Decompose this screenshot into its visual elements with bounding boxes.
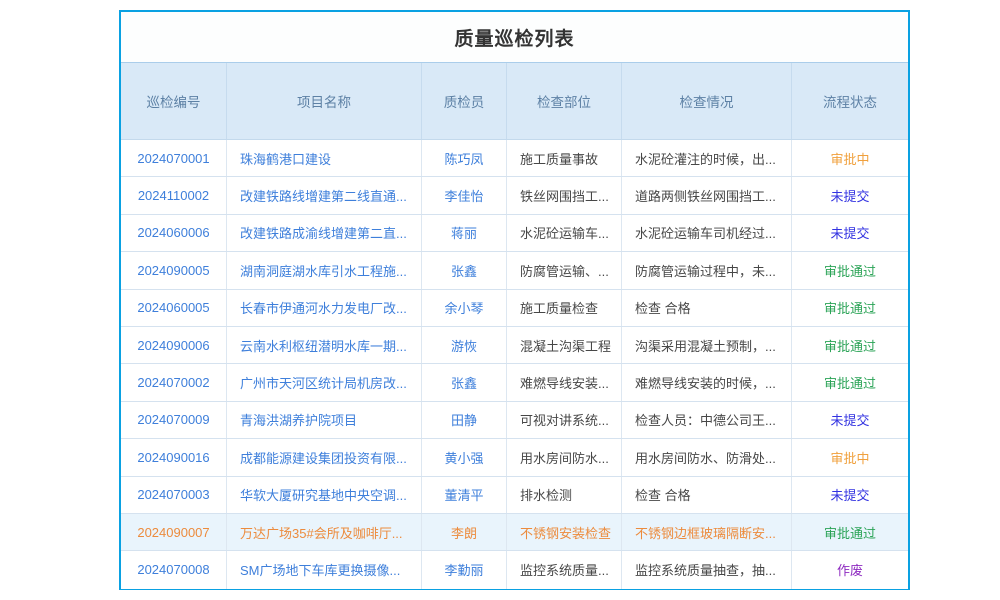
cell-project-name: 珠海鹤港口建设 xyxy=(227,140,422,176)
cell-check-part: 排水检测 xyxy=(507,477,622,513)
cell-project-name: 青海洪湖养护院项目 xyxy=(227,402,422,438)
cell-inspection-id: 2024070003 xyxy=(121,477,227,513)
title-bar: 质量巡检列表 xyxy=(121,12,908,62)
cell-inspection-id: 2024060005 xyxy=(121,290,227,326)
cell-inspection-id: 2024070008 xyxy=(121,551,227,588)
cell-inspection-id: 2024090005 xyxy=(121,252,227,288)
cell-project-name: 改建铁路线增建第二线直通... xyxy=(227,177,422,213)
cell-check-part: 施工质量事故 xyxy=(507,140,622,176)
cell-project-name: 长春市伊通河水力发电厂改... xyxy=(227,290,422,326)
cell-inspection-id: 2024090006 xyxy=(121,327,227,363)
cell-check-result: 检查 合格 xyxy=(622,290,792,326)
cell-check-part: 可视对讲系统... xyxy=(507,402,622,438)
cell-inspector: 李朗 xyxy=(422,514,507,550)
cell-inspector: 蒋丽 xyxy=(422,215,507,251)
cell-inspector: 张鑫 xyxy=(422,252,507,288)
column-header-process-status: 流程状态 xyxy=(792,63,908,139)
cell-check-result: 检查人员：中德公司王... xyxy=(622,402,792,438)
table-row[interactable]: 2024090006 云南水利枢纽潜明水库一期... 游恢 混凝土沟渠工程 沟渠… xyxy=(121,327,908,364)
table-row[interactable]: 2024070001 珠海鹤港口建设 陈巧凤 施工质量事故 水泥砼灌注的时候，出… xyxy=(121,140,908,177)
table-row[interactable]: 2024070008 SM广场地下车库更换摄像... 李勤丽 监控系统质量...… xyxy=(121,551,908,588)
cell-inspection-id: 2024090016 xyxy=(121,439,227,475)
cell-check-result: 防腐管运输过程中，未... xyxy=(622,252,792,288)
status-badge: 审批通过 xyxy=(792,290,908,326)
table-body: 2024070001 珠海鹤港口建设 陈巧凤 施工质量事故 水泥砼灌注的时候，出… xyxy=(121,140,908,589)
cell-project-name: 万达广场35#会所及咖啡厅... xyxy=(227,514,422,550)
cell-check-part: 混凝土沟渠工程 xyxy=(507,327,622,363)
status-badge: 作废 xyxy=(792,551,908,588)
cell-inspector: 余小琴 xyxy=(422,290,507,326)
cell-check-result: 用水房间防水、防滑处... xyxy=(622,439,792,475)
table-row[interactable]: 2024090005 湖南洞庭湖水库引水工程施... 张鑫 防腐管运输、... … xyxy=(121,252,908,289)
cell-check-result: 水泥砼运输车司机经过... xyxy=(622,215,792,251)
cell-check-result: 水泥砼灌注的时候，出... xyxy=(622,140,792,176)
cell-inspection-id: 2024070009 xyxy=(121,402,227,438)
cell-inspection-id: 2024070001 xyxy=(121,140,227,176)
cell-check-part: 铁丝网围挡工... xyxy=(507,177,622,213)
status-badge: 审批通过 xyxy=(792,252,908,288)
cell-inspection-id: 2024070002 xyxy=(121,364,227,400)
status-badge: 审批中 xyxy=(792,439,908,475)
cell-project-name: 云南水利枢纽潜明水库一期... xyxy=(227,327,422,363)
cell-inspector: 黄小强 xyxy=(422,439,507,475)
cell-inspector: 陈巧凤 xyxy=(422,140,507,176)
cell-check-result: 监控系统质量抽查，抽... xyxy=(622,551,792,588)
cell-check-part: 用水房间防水... xyxy=(507,439,622,475)
cell-check-result: 道路两侧铁丝网围挡工... xyxy=(622,177,792,213)
cell-check-part: 不锈钢安装检查 xyxy=(507,514,622,550)
page-title: 质量巡检列表 xyxy=(454,24,574,51)
table-row[interactable]: 2024060006 改建铁路成渝线增建第二直... 蒋丽 水泥砼运输车... … xyxy=(121,215,908,252)
cell-check-result: 沟渠采用混凝土预制，... xyxy=(622,327,792,363)
inspection-list-panel: 质量巡检列表 巡检编号 项目名称 质检员 检查部位 检查情况 流程状态 2024… xyxy=(119,10,910,590)
table-row[interactable]: 2024060005 长春市伊通河水力发电厂改... 余小琴 施工质量检查 检查… xyxy=(121,290,908,327)
cell-check-part: 防腐管运输、... xyxy=(507,252,622,288)
status-badge: 未提交 xyxy=(792,215,908,251)
cell-project-name: 广州市天河区统计局机房改... xyxy=(227,364,422,400)
status-badge: 审批通过 xyxy=(792,364,908,400)
column-header-check-result: 检查情况 xyxy=(622,63,792,139)
status-badge: 未提交 xyxy=(792,177,908,213)
cell-check-result: 检查 合格 xyxy=(622,477,792,513)
column-header-check-part: 检查部位 xyxy=(507,63,622,139)
cell-check-part: 施工质量检查 xyxy=(507,290,622,326)
table-row[interactable]: 2024070009 青海洪湖养护院项目 田静 可视对讲系统... 检查人员：中… xyxy=(121,402,908,439)
cell-inspector: 李勤丽 xyxy=(422,551,507,588)
table-row[interactable]: 2024110002 改建铁路线增建第二线直通... 李佳怡 铁丝网围挡工...… xyxy=(121,177,908,214)
status-badge: 未提交 xyxy=(792,402,908,438)
cell-inspection-id: 2024090007 xyxy=(121,514,227,550)
column-header-inspection-id: 巡检编号 xyxy=(121,63,227,139)
cell-project-name: 华软大厦研究基地中央空调... xyxy=(227,477,422,513)
cell-inspection-id: 2024110002 xyxy=(121,177,227,213)
cell-project-name: 成都能源建设集团投资有限... xyxy=(227,439,422,475)
status-badge: 审批中 xyxy=(792,140,908,176)
cell-check-result: 难燃导线安装的时候，... xyxy=(622,364,792,400)
column-header-project-name: 项目名称 xyxy=(227,63,422,139)
cell-inspection-id: 2024060006 xyxy=(121,215,227,251)
status-badge: 未提交 xyxy=(792,477,908,513)
table-row[interactable]: 2024070003 华软大厦研究基地中央空调... 董清平 排水检测 检查 合… xyxy=(121,477,908,514)
cell-project-name: 改建铁路成渝线增建第二直... xyxy=(227,215,422,251)
cell-check-part: 难燃导线安装... xyxy=(507,364,622,400)
cell-inspector: 游恢 xyxy=(422,327,507,363)
cell-inspector: 董清平 xyxy=(422,477,507,513)
column-header-inspector: 质检员 xyxy=(422,63,507,139)
cell-project-name: 湖南洞庭湖水库引水工程施... xyxy=(227,252,422,288)
table-row[interactable]: 2024090007 万达广场35#会所及咖啡厅... 李朗 不锈钢安装检查 不… xyxy=(121,514,908,551)
table-row[interactable]: 2024070002 广州市天河区统计局机房改... 张鑫 难燃导线安装... … xyxy=(121,364,908,401)
cell-inspector: 张鑫 xyxy=(422,364,507,400)
table-row[interactable]: 2024090016 成都能源建设集团投资有限... 黄小强 用水房间防水...… xyxy=(121,439,908,476)
status-badge: 审批通过 xyxy=(792,514,908,550)
cell-check-part: 监控系统质量... xyxy=(507,551,622,588)
cell-check-part: 水泥砼运输车... xyxy=(507,215,622,251)
cell-inspector: 田静 xyxy=(422,402,507,438)
cell-check-result: 不锈钢边框玻璃隔断安... xyxy=(622,514,792,550)
table-header: 巡检编号 项目名称 质检员 检查部位 检查情况 流程状态 xyxy=(121,62,908,140)
status-badge: 审批通过 xyxy=(792,327,908,363)
cell-inspector: 李佳怡 xyxy=(422,177,507,213)
cell-project-name: SM广场地下车库更换摄像... xyxy=(227,551,422,588)
